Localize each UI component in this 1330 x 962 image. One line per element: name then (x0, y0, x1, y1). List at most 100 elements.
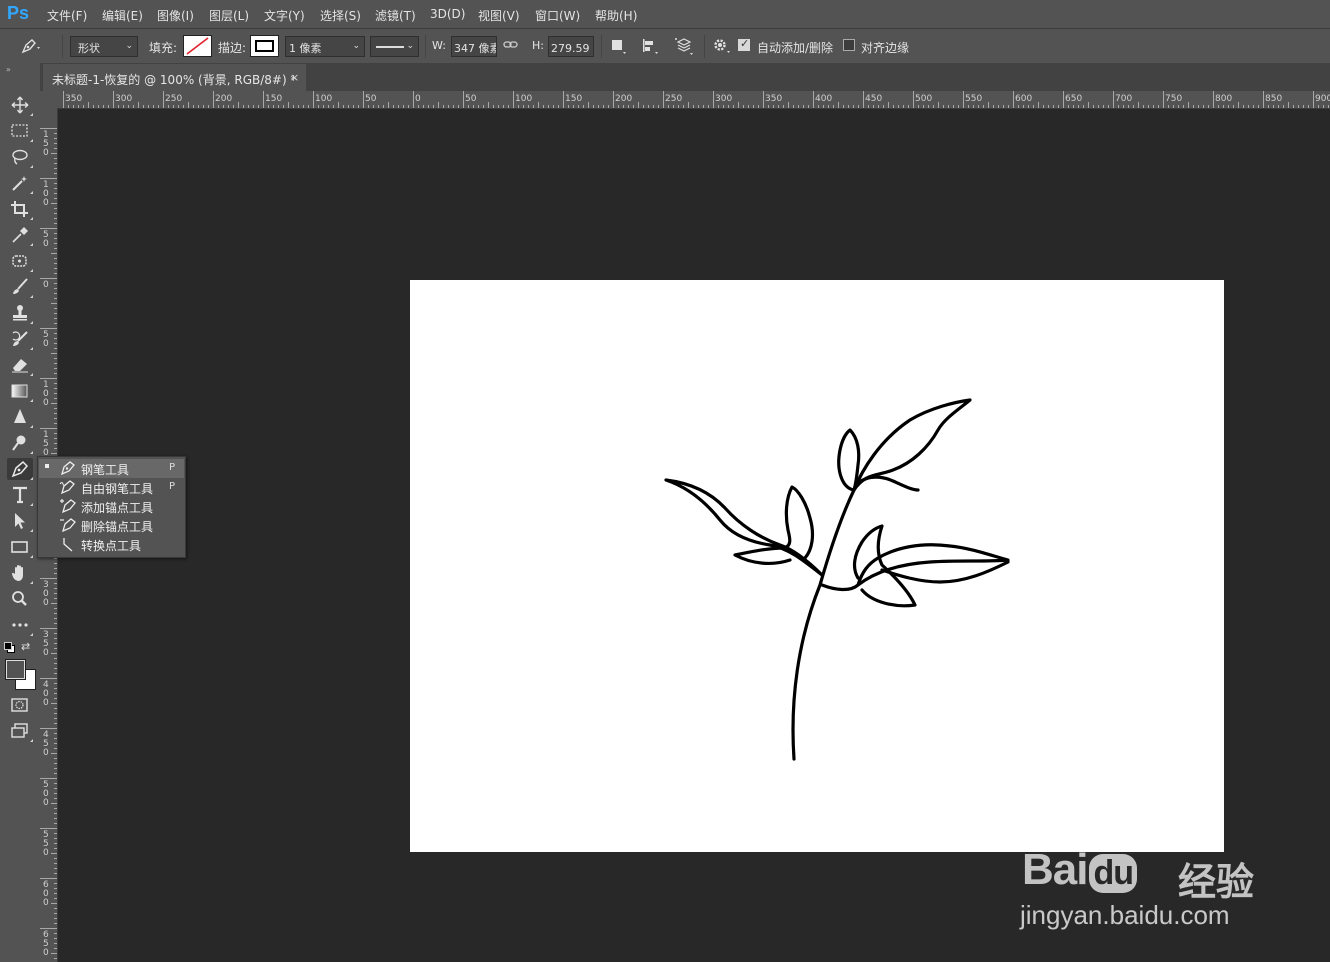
ruler-label: 800 (1215, 94, 1233, 104)
move-tool-icon[interactable] (7, 94, 33, 116)
collapse-grip-icon[interactable]: » (6, 65, 11, 74)
ruler-minor-tick (783, 105, 784, 108)
stroke-type-dropdown[interactable]: ⌄ (370, 36, 419, 57)
ruler-label: 350 (65, 94, 83, 104)
blur-tool-icon[interactable] (7, 406, 33, 428)
stroke-width-field[interactable]: 1 像素 ⌄ (285, 36, 365, 57)
menu-edit[interactable]: 编辑(E) (102, 7, 143, 24)
menu-help[interactable]: 帮助(H) (595, 7, 637, 24)
ruler-minor-tick (54, 593, 57, 594)
path-selection-tool-icon[interactable] (7, 510, 33, 532)
ruler-minor-tick (993, 105, 994, 108)
menu-file[interactable]: 文件(F) (47, 7, 87, 24)
stroke-swatch[interactable] (250, 35, 279, 57)
ruler-minor-tick (1253, 105, 1254, 108)
menu-type[interactable]: 文字(Y) (264, 7, 305, 24)
path-alignment-icon[interactable] (641, 37, 661, 59)
menu-3d[interactable]: 3D(D) (430, 7, 465, 21)
crop-tool-icon[interactable] (7, 198, 33, 220)
pen-preset-icon[interactable] (20, 37, 42, 59)
screen-mode-icon[interactable] (7, 720, 33, 742)
path-arrangement-icon[interactable] (673, 36, 695, 60)
eyedropper-tool-icon[interactable] (7, 224, 33, 246)
width-field[interactable]: 347 像素 (451, 36, 497, 57)
document-canvas[interactable] (410, 280, 1224, 852)
align-edges-checkbox[interactable] (843, 39, 855, 51)
ruler-minor-tick (328, 105, 329, 108)
ruler-label: 200 (215, 94, 233, 104)
horizontal-ruler[interactable]: 350 300 250 200 150 100 50 0 50 100 150 200 250 300 35… (58, 91, 1330, 109)
fill-swatch[interactable] (183, 35, 212, 57)
magic-wand-tool-icon[interactable] (7, 172, 33, 194)
pen-tool-icon[interactable] (7, 458, 33, 480)
ruler-minor-tick (268, 105, 269, 108)
ruler-minor-tick (828, 105, 829, 108)
auto-add-delete-checkbox[interactable] (738, 37, 750, 51)
path-operations-icon[interactable] (610, 37, 628, 59)
gear-icon[interactable] (712, 37, 732, 59)
ruler-tick (213, 91, 214, 108)
ruler-label-digit: 0 (43, 239, 49, 249)
hand-tool-icon[interactable] (7, 562, 33, 584)
ruler-minor-tick (54, 308, 57, 309)
menu-window[interactable]: 窗口(W) (535, 7, 580, 24)
flyout-item-freeform-pen-tool[interactable]: 自由钢笔工具 P (39, 478, 184, 497)
history-brush-tool-icon[interactable] (7, 328, 33, 350)
menu-filter[interactable]: 滤镜(T) (375, 7, 416, 24)
ruler-minor-tick (468, 105, 469, 108)
stamp-tool-icon[interactable] (7, 302, 33, 324)
menu-select[interactable]: 选择(S) (320, 7, 361, 24)
menu-layer[interactable]: 图层(L) (209, 7, 249, 24)
quick-mask-icon[interactable] (7, 694, 33, 716)
ruler-minor-tick (51, 303, 57, 304)
ruler-minor-tick (848, 105, 849, 108)
link-icon[interactable] (503, 38, 519, 56)
ruler-minor-tick (1288, 102, 1289, 108)
close-icon[interactable]: × (290, 71, 299, 84)
type-tool-icon[interactable] (7, 484, 33, 506)
ruler-minor-tick (378, 105, 379, 108)
flyout-item-pen-tool[interactable]: 钢笔工具 P (39, 459, 184, 478)
document-tab[interactable]: 未标题-1-恢复的 @ 100% (背景, RGB/8#) * × (43, 64, 306, 91)
ruler-minor-tick (703, 105, 704, 108)
patch-tool-icon[interactable] (7, 250, 33, 272)
ruler-minor-tick (54, 343, 57, 344)
ruler-label: 100 (315, 94, 333, 104)
ruler-minor-tick (54, 723, 57, 724)
flyout-item-add-anchor-tool[interactable]: 添加锚点工具 (39, 497, 184, 516)
ruler-minor-tick (1053, 105, 1054, 108)
rectangle-tool-icon[interactable] (7, 536, 33, 558)
gradient-tool-icon[interactable] (7, 380, 33, 402)
ruler-minor-tick (178, 105, 179, 108)
dodge-tool-icon[interactable] (7, 432, 33, 454)
flyout-item-convert-point-tool[interactable]: 转换点工具 (39, 535, 184, 554)
default-colors-icon[interactable] (4, 642, 15, 653)
brush-tool-icon[interactable] (7, 276, 33, 298)
ruler-tick (40, 328, 57, 329)
marquee-tool-icon[interactable] (7, 120, 33, 142)
lasso-tool-icon[interactable] (7, 146, 33, 168)
height-field[interactable]: 279.59 像 (548, 36, 594, 57)
ruler-label-digit: 0 (43, 598, 49, 608)
mode-dropdown[interactable]: 形状 ⌄ (70, 36, 138, 57)
ruler-minor-tick (988, 102, 989, 108)
zoom-tool-icon[interactable] (7, 588, 33, 610)
ruler-origin[interactable] (40, 91, 58, 108)
menu-view[interactable]: 视图(V) (478, 7, 520, 24)
menu-image[interactable]: 图像(I) (157, 7, 194, 24)
toolbox: » ⇄ (0, 63, 41, 962)
ruler-label: 400 (815, 94, 833, 104)
eraser-tool-icon[interactable] (7, 354, 33, 376)
ruler-minor-tick (54, 258, 57, 259)
flyout-item-delete-anchor-tool[interactable]: 删除锚点工具 (39, 516, 184, 535)
ruler-minor-tick (898, 105, 899, 108)
ruler-label: 150 (565, 94, 583, 104)
ruler-tick (713, 91, 714, 108)
ruler-minor-tick (54, 738, 57, 739)
baidu-jingyan-watermark: Bai du 经验 jingyan.baidu.com (1020, 815, 1280, 945)
ruler-minor-tick (54, 223, 57, 224)
more-tools-icon[interactable] (7, 614, 33, 636)
ruler-minor-tick (943, 105, 944, 108)
foreground-color-swatch[interactable] (6, 660, 25, 679)
swap-colors-icon[interactable]: ⇄ (21, 640, 30, 653)
